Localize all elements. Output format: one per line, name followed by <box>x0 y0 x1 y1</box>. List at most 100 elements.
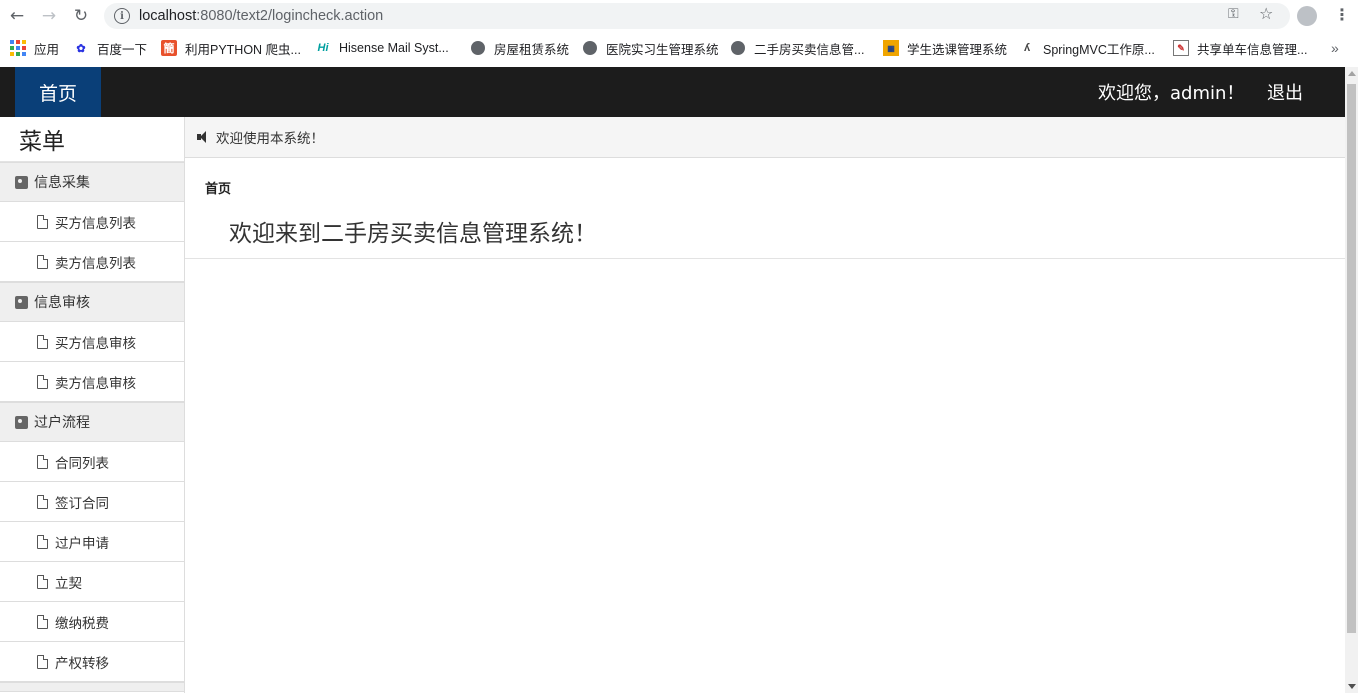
menu-item-label: 过户申请 <box>55 535 109 552</box>
bookmark-label: 医院实习生管理系统 <box>606 42 719 57</box>
menu-item-property-transfer[interactable]: 产权转移 <box>0 642 184 682</box>
menu-group-label: 过户流程 <box>34 415 90 431</box>
profile-avatar[interactable] <box>1297 6 1317 26</box>
bookmark-rental[interactable]: 房屋租赁系统 <box>470 36 569 60</box>
forward-icon[interactable]: → <box>37 4 61 28</box>
star-icon[interactable]: ☆ <box>1259 4 1273 23</box>
file-icon <box>37 214 48 229</box>
menu-group-transfer[interactable]: 过户流程 <box>0 402 184 442</box>
menu-group-info-review[interactable]: 信息审核 <box>0 282 184 322</box>
bookmark-hisense[interactable]: Hi Hisense Mail Syst... <box>315 36 449 60</box>
page-title: 欢迎来到二手房买卖信息管理系统！ <box>229 221 597 247</box>
url-host: localhost <box>139 8 197 24</box>
baidu-icon: ✿ <box>76 42 86 55</box>
scroll-up-icon[interactable] <box>1348 71 1356 76</box>
notice-text: 欢迎使用本系统！ <box>216 131 324 147</box>
info-icon[interactable]: i <box>114 8 130 24</box>
menu-item-contract-list[interactable]: 合同列表 <box>0 442 184 482</box>
menu-group-label: 信息采集 <box>34 175 90 191</box>
bookmark-label: 学生选课管理系统 <box>907 42 1008 57</box>
file-icon <box>37 454 48 469</box>
bookmark-bike[interactable]: ✎ 共享单车信息管理... <box>1173 36 1307 60</box>
apps-icon <box>10 40 26 56</box>
logout-link[interactable]: 退出 <box>1267 67 1303 117</box>
key-icon[interactable]: ⚿ <box>1228 6 1239 22</box>
menu-item-buyer-list[interactable]: 买方信息列表 <box>0 202 184 242</box>
hisense-icon: Hi <box>317 42 329 54</box>
bike-icon: ✎ <box>1173 40 1189 56</box>
jian-icon: 簡 <box>161 40 177 56</box>
sidebar-menu: 菜单 信息采集 买方信息列表 卖方信息列表 信息审核 买方信息审核 卖方信息审核… <box>0 117 185 693</box>
file-icon <box>37 614 48 629</box>
bookmark-hospital[interactable]: 医院实习生管理系统 <box>582 36 719 60</box>
file-icon <box>37 334 48 349</box>
main-content: 欢迎使用本系统！ 首页 欢迎来到二手房买卖信息管理系统！ <box>185 117 1345 693</box>
globe-icon <box>730 40 746 56</box>
school-icon: ▦ <box>883 40 899 56</box>
url-text[interactable]: localhost:8080/text2/logincheck.action <box>139 8 383 24</box>
bookmarks-bar: 应用 ✿ 百度一下 簡 利用PYTHON 爬虫... Hi Hisense Ma… <box>0 36 1358 60</box>
bookmark-course[interactable]: ▦ 学生选课管理系统 <box>883 36 1007 60</box>
file-icon <box>37 254 48 269</box>
page-scrollbar[interactable] <box>1345 67 1358 693</box>
scroll-down-icon[interactable] <box>1348 684 1356 689</box>
menu-item-label: 买方信息列表 <box>55 215 136 232</box>
file-icon <box>37 574 48 589</box>
globe-icon <box>470 40 486 56</box>
menu-group-label: 信息审核 <box>34 295 90 311</box>
contact-card-icon <box>15 175 28 189</box>
top-navbar: 首页 欢迎您，admin！ 退出 <box>0 67 1345 117</box>
bookmark-label: 二手房买卖信息管... <box>754 42 865 57</box>
bookmark-house[interactable]: 二手房买卖信息管... <box>730 36 864 60</box>
menu-group-info-collect[interactable]: 信息采集 <box>0 162 184 202</box>
bookmark-label: 共享单车信息管理... <box>1197 42 1308 57</box>
menu-item-seller-list[interactable]: 卖方信息列表 <box>0 242 184 282</box>
bookmarks-more-icon[interactable]: » <box>1331 36 1339 60</box>
url-bar[interactable]: i localhost:8080/text2/logincheck.action <box>104 3 1290 29</box>
bookmark-python[interactable]: 簡 利用PYTHON 爬虫... <box>161 36 301 60</box>
menu-item-sign-contract[interactable]: 签订合同 <box>0 482 184 522</box>
bookmark-label: 百度一下 <box>97 42 148 57</box>
menu-item-transfer-apply[interactable]: 过户申请 <box>0 522 184 562</box>
menu-item-label: 立契 <box>55 575 82 592</box>
bookmark-label: 利用PYTHON 爬虫... <box>185 42 301 57</box>
reload-icon[interactable]: ↻ <box>69 4 93 28</box>
browser-chrome: ← → ↻ i localhost:8080/text2/logincheck.… <box>0 0 1358 66</box>
menu-item-label: 买方信息审核 <box>55 335 136 352</box>
address-bar-row: ← → ↻ i localhost:8080/text2/logincheck.… <box>0 0 1358 32</box>
back-icon[interactable]: ← <box>5 4 29 28</box>
contact-card-icon <box>15 415 28 429</box>
menu-group-partial <box>0 682 184 692</box>
bookmark-springmvc[interactable]: ʎ SpringMVC工作原... <box>1019 36 1155 60</box>
menu-item-label: 签订合同 <box>55 495 109 512</box>
bookmark-apps[interactable]: 应用 <box>10 36 59 60</box>
url-path: :8080/text2/logincheck.action <box>196 8 384 24</box>
bookmark-label: Hisense Mail Syst... <box>339 41 449 55</box>
menu-item-buyer-review[interactable]: 买方信息审核 <box>0 322 184 362</box>
bookmark-label: 房屋租赁系统 <box>494 42 570 57</box>
bookmark-label: 应用 <box>34 42 60 57</box>
file-icon <box>37 494 48 509</box>
spring-icon: ʎ <box>1023 42 1031 54</box>
bookmark-label: SpringMVC工作原... <box>1043 42 1155 57</box>
file-icon <box>37 654 48 669</box>
menu-item-seller-review[interactable]: 卖方信息审核 <box>0 362 184 402</box>
divider <box>185 258 1345 259</box>
globe-icon <box>582 40 598 56</box>
menu-title: 菜单 <box>0 117 184 162</box>
file-icon <box>37 374 48 389</box>
notice-bar: 欢迎使用本系统！ <box>185 117 1345 158</box>
bookmark-baidu[interactable]: ✿ 百度一下 <box>73 36 147 60</box>
nav-home-tab[interactable]: 首页 <box>15 67 101 117</box>
scroll-thumb[interactable] <box>1347 84 1356 633</box>
menu-kebab-icon[interactable]: ⋮ <box>1334 5 1350 24</box>
menu-item-label: 卖方信息审核 <box>55 375 136 392</box>
menu-item-label: 产权转移 <box>55 655 109 672</box>
menu-item-label: 卖方信息列表 <box>55 255 136 272</box>
file-icon <box>37 534 48 549</box>
menu-item-label: 合同列表 <box>55 455 109 472</box>
menu-item-deed[interactable]: 立契 <box>0 562 184 602</box>
menu-item-pay-tax[interactable]: 缴纳税费 <box>0 602 184 642</box>
breadcrumb: 首页 <box>205 182 232 197</box>
volume-icon <box>197 131 211 143</box>
